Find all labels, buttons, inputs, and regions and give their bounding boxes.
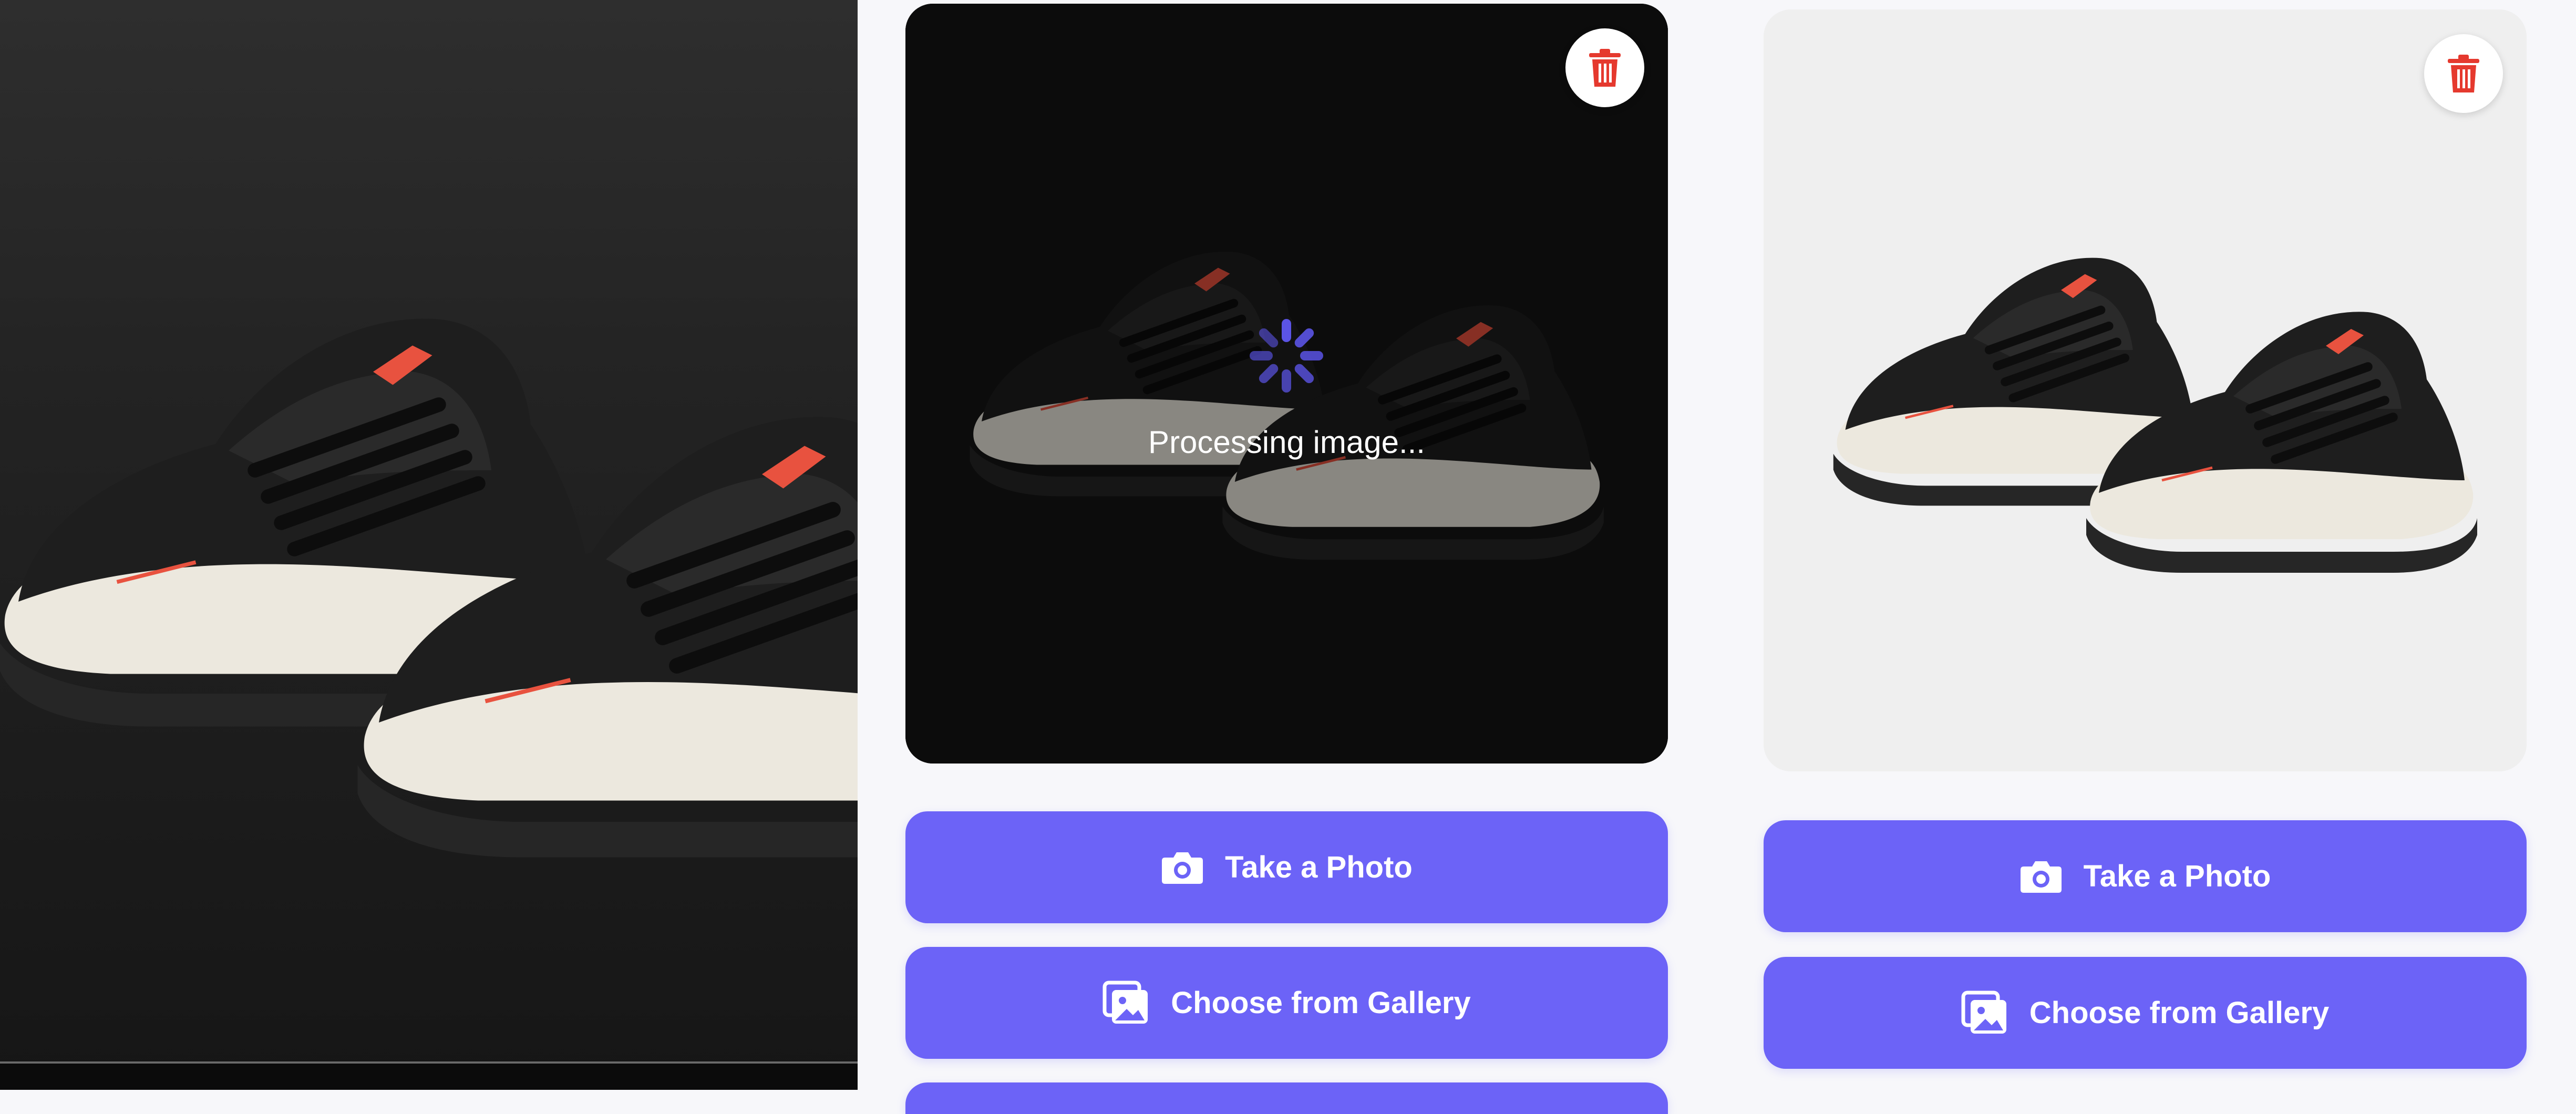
choose-from-gallery-button[interactable]: Choose from Gallery (1764, 957, 2527, 1069)
image-preview-card-result (1764, 9, 2527, 771)
trash-icon (2448, 55, 2479, 92)
original-photo-panel (0, 0, 858, 1090)
image-preview-card-processing: Processing image... (905, 4, 1668, 764)
gallery-icon (1102, 981, 1148, 1024)
camera-icon (2020, 861, 2062, 893)
loading-spinner-icon (1244, 314, 1328, 398)
sneakers-original-photo (0, 0, 858, 1061)
delete-image-button[interactable] (1565, 28, 1644, 107)
choose-from-gallery-label: Choose from Gallery (1171, 986, 1471, 1020)
delete-image-button[interactable] (2424, 34, 2503, 113)
trash-icon (1589, 49, 1621, 87)
take-photo-button[interactable]: Take a Photo (1764, 820, 2527, 932)
processing-status-text: Processing image... (1148, 425, 1425, 460)
take-photo-label: Take a Photo (1225, 850, 1413, 884)
photo-bottom-strip (0, 1064, 858, 1090)
choose-from-gallery-button[interactable]: Choose from Gallery (905, 947, 1668, 1059)
camera-icon (1162, 852, 1203, 884)
partially-visible-button[interactable] (905, 1082, 1668, 1114)
choose-from-gallery-label: Choose from Gallery (2029, 996, 2330, 1030)
gallery-icon (1961, 991, 2006, 1034)
take-photo-label: Take a Photo (2083, 859, 2271, 893)
sneakers-background-removed-photo (1764, 9, 2527, 771)
take-photo-button[interactable]: Take a Photo (905, 811, 1668, 923)
